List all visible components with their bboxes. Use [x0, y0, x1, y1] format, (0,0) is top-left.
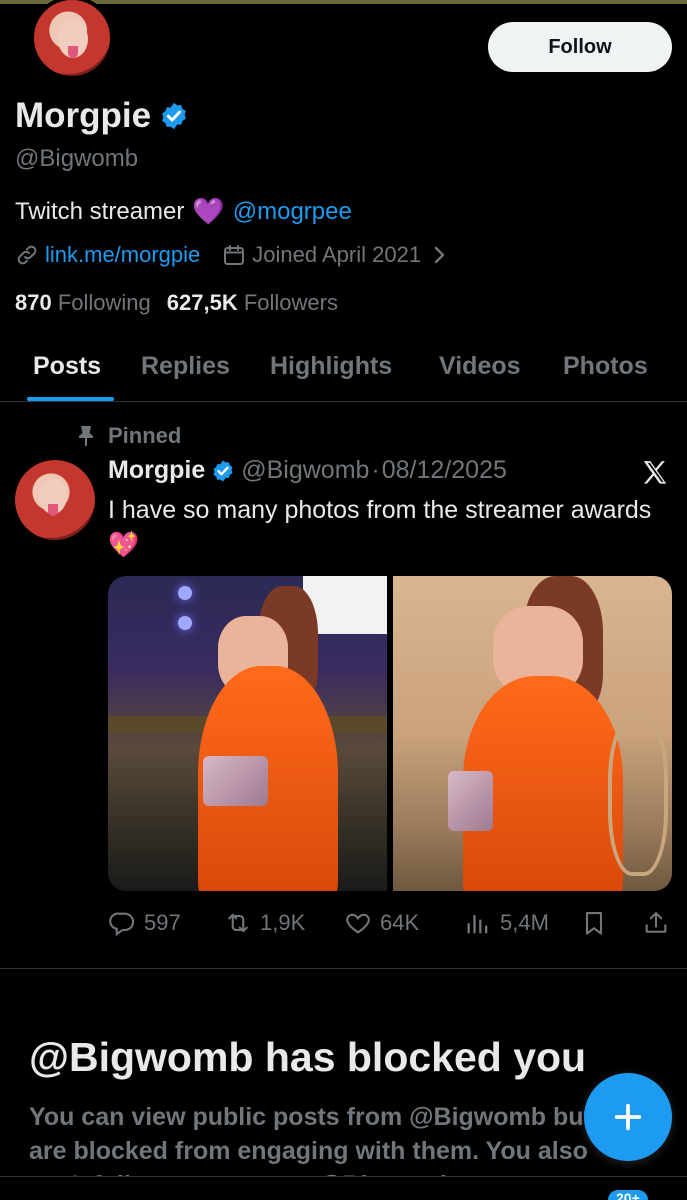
blocked-title: @Bigwomb has blocked you — [29, 1034, 587, 1080]
verified-badge-icon[interactable] — [211, 459, 235, 483]
following-count: 870 — [15, 290, 52, 315]
profile-website-link[interactable]: link.me/morgpie — [45, 242, 200, 268]
post-photo-2[interactable] — [393, 576, 672, 891]
profile-banner[interactable] — [0, 0, 687, 4]
profile-joined-date: Joined April 2021 — [252, 242, 422, 267]
x-logo-icon[interactable] — [640, 458, 670, 488]
repost-icon — [228, 913, 248, 933]
avatar-detail — [68, 46, 78, 58]
verified-badge-icon[interactable] — [159, 101, 189, 131]
followers-count: 627,5K — [166, 290, 238, 315]
post-date[interactable]: 08/12/2025 — [382, 456, 507, 485]
profile-tabs: Posts Replies Highlights Videos Photos — [0, 340, 687, 402]
profile-stats: 870 Following 627,5K Followers — [15, 290, 338, 316]
views-action[interactable]: 5,4M — [464, 909, 549, 937]
repost-count: 1,9K — [260, 910, 306, 935]
header-separator: · — [371, 456, 380, 484]
notification-badge[interactable]: 20+ — [608, 1190, 648, 1200]
photo-railing-detail — [608, 716, 668, 876]
followers-stat[interactable]: 627,5K Followers — [167, 290, 338, 316]
profile-meta: link.me/morgpie Joined April 2021 — [15, 242, 451, 268]
pinned-label: Pinned — [108, 423, 182, 448]
avatar-detail — [48, 504, 58, 516]
pinned-indicator: Pinned — [76, 423, 181, 449]
post-action-bar: 597 1,9K 64K 5,4M — [108, 903, 672, 943]
bottom-navigation-bar[interactable] — [0, 1176, 687, 1200]
tab-photos[interactable]: Photos — [563, 352, 648, 381]
bookmark-icon[interactable] — [580, 909, 608, 937]
reply-count: 597 — [144, 910, 181, 935]
post-author-avatar[interactable] — [15, 460, 95, 540]
link-icon — [17, 245, 37, 265]
tab-videos[interactable]: Videos — [439, 352, 521, 381]
pin-icon — [79, 426, 93, 446]
compose-post-button[interactable] — [584, 1073, 672, 1161]
active-tab-indicator — [27, 397, 114, 401]
bio-mention-link[interactable]: @mogrpee — [233, 198, 352, 226]
views-count: 5,4M — [500, 910, 549, 935]
photo-subject-detail — [203, 756, 268, 806]
profile-bio: Twitch streamer 💜 @mogrpee — [15, 196, 352, 227]
like-action[interactable]: 64K — [344, 909, 419, 937]
photo-light-detail — [178, 586, 192, 600]
calendar-icon — [224, 245, 245, 265]
followers-label: Followers — [243, 290, 338, 315]
post-text[interactable]: I have so many photos from the streamer … — [108, 493, 668, 563]
heart-icon — [346, 913, 370, 934]
post-header: Morgpie @Bigwomb · 08/12/2025 — [108, 456, 507, 485]
following-label: Following — [57, 290, 151, 315]
plus-icon — [614, 1103, 642, 1131]
like-count: 64K — [380, 910, 420, 935]
repost-action[interactable]: 1,9K — [224, 909, 305, 937]
reply-action[interactable]: 597 — [108, 909, 181, 937]
photo-light-detail — [178, 616, 192, 630]
reply-icon — [109, 912, 135, 937]
profile-handle: @Bigwomb — [15, 145, 139, 172]
tab-replies[interactable]: Replies — [141, 352, 230, 381]
post-photo-1[interactable] — [108, 576, 387, 891]
tab-posts[interactable]: Posts — [33, 352, 101, 381]
post-author-handle[interactable]: @Bigwomb — [241, 456, 369, 485]
profile-name-row: Morgpie — [15, 96, 189, 136]
photo-subject-detail — [448, 771, 493, 831]
section-divider — [0, 968, 687, 969]
chevron-right-icon[interactable] — [427, 243, 451, 267]
analytics-icon — [467, 914, 488, 934]
post-media[interactable] — [108, 576, 672, 891]
profile-display-name: Morgpie — [15, 96, 152, 135]
following-stat[interactable]: 870 Following — [15, 290, 151, 316]
purple-heart-emoji: 💜 — [192, 196, 225, 226]
share-icon[interactable] — [642, 909, 670, 937]
follow-button[interactable]: Follow — [488, 22, 672, 72]
post-author-name[interactable]: Morgpie — [108, 456, 205, 485]
tab-highlights[interactable]: Highlights — [270, 352, 392, 381]
bio-text: Twitch streamer — [15, 197, 185, 225]
profile-avatar[interactable] — [30, 0, 114, 80]
